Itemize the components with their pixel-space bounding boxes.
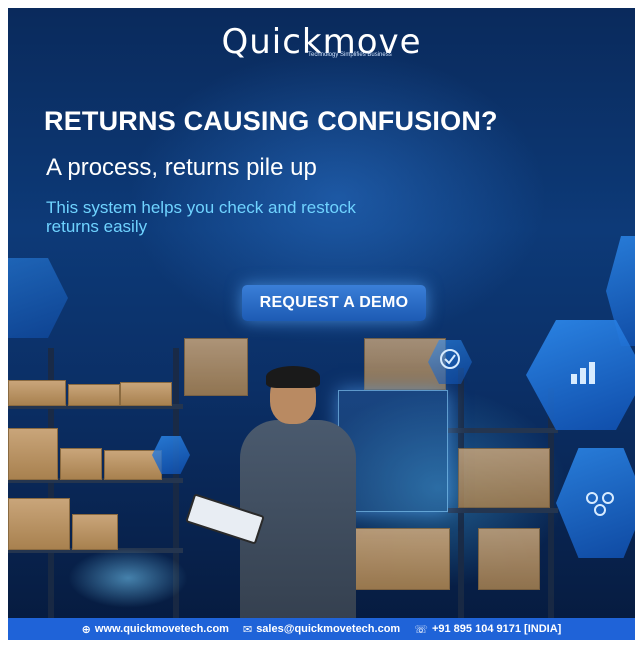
network-icon [576, 490, 626, 522]
brand-tagline: Technology Simplifies Business [308, 52, 392, 58]
cardboard-box [8, 380, 66, 406]
globe-icon: ⊕ [81, 622, 91, 636]
cardboard-box [184, 338, 248, 396]
phone-number[interactable]: +91 895 104 9171 [INDIA] [432, 623, 561, 635]
shelf-board [448, 428, 558, 433]
description: This system helps you check and restock … [46, 198, 356, 236]
cardboard-box [8, 428, 58, 480]
website-link[interactable]: www.quickmovetech.com [95, 623, 229, 635]
bar-chart-icon [556, 356, 616, 392]
request-demo-button[interactable]: REQUEST A DEMO [242, 285, 426, 321]
person-hair [266, 366, 320, 388]
cardboard-box [72, 514, 118, 550]
ad-banner: Quickmove Technology Simplifies Business… [8, 8, 635, 640]
contact-footer: ⊕ www.quickmovetech.com ✉ sales@quickmov… [8, 618, 635, 640]
subheadline: A process, returns pile up [46, 154, 317, 181]
cardboard-box [478, 528, 540, 590]
phone-icon: ☏ [414, 622, 428, 636]
shelf-board [448, 508, 558, 513]
hexagon-decoration [8, 258, 68, 338]
check-shield-icon [436, 348, 464, 376]
email-link[interactable]: sales@quickmovetech.com [256, 623, 400, 635]
cardboard-box [120, 382, 172, 406]
floor-glow [68, 548, 188, 608]
envelope-icon: ✉ [242, 622, 253, 636]
cardboard-box [68, 384, 120, 406]
footer-email[interactable]: ✉ sales@quickmovetech.com [243, 623, 400, 636]
cardboard-box [458, 448, 550, 508]
cardboard-box [348, 528, 450, 590]
footer-phone[interactable]: ☏ +91 895 104 9171 [INDIA] [414, 623, 561, 636]
footer-website[interactable]: ⊕ www.quickmovetech.com [82, 623, 229, 636]
cardboard-box [60, 448, 102, 480]
cardboard-box [8, 498, 70, 550]
headline: RETURNS CAUSING CONFUSION? [44, 106, 498, 136]
